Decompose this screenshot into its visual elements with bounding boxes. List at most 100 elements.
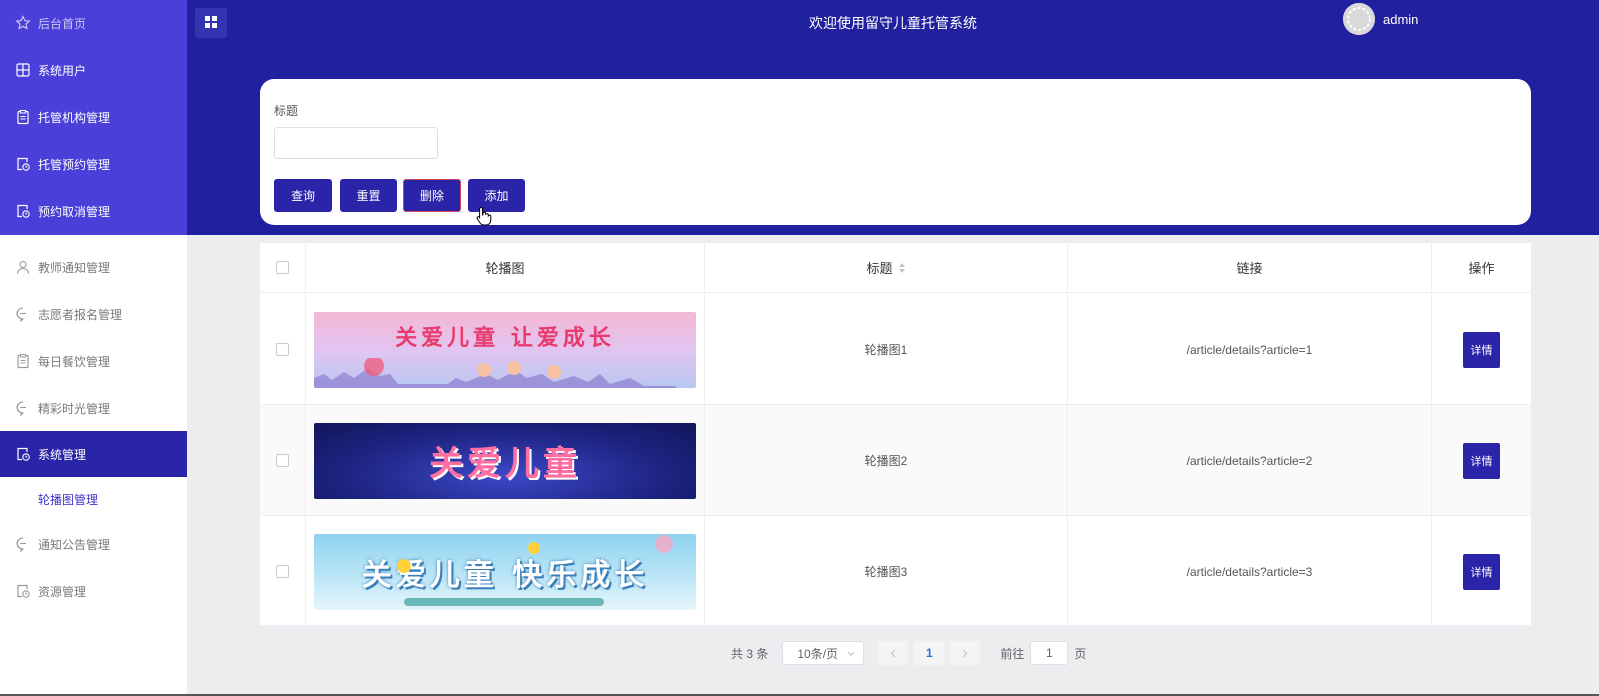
title-search-input[interactable] — [274, 127, 438, 159]
carousel-banner-image: 关爱儿童 快乐成长 — [314, 533, 696, 610]
banner-text: 关爱儿童 让爱成长 — [395, 325, 615, 351]
carousel-banner-image: 关爱儿童 让爱成长 — [314, 311, 696, 388]
username: admin — [1383, 11, 1419, 27]
row-select-cell — [260, 405, 306, 516]
user-icon — [15, 259, 31, 275]
chat-icon — [15, 400, 31, 416]
sidebar-item-label: 托管预约管理 — [38, 157, 111, 172]
sidebar-item-label: 资源管理 — [38, 584, 87, 599]
sidebar-item-label: 每日餐饮管理 — [38, 354, 111, 369]
user-menu[interactable]: admin — [1343, 3, 1418, 35]
sidebar-item-reservation[interactable]: 托管预约管理 — [0, 141, 187, 187]
select-all-checkbox[interactable] — [276, 261, 289, 274]
page-size-select[interactable]: 10条/页 — [782, 641, 865, 665]
sidebar-item-label: 通知公告管理 — [38, 537, 111, 552]
row-action-cell: 详情 — [1432, 405, 1531, 516]
hand-cursor-icon — [476, 206, 492, 229]
query-button[interactable]: 查询 — [274, 179, 332, 212]
row-title: 轮播图2 — [705, 405, 1068, 516]
row-select-cell — [260, 294, 306, 405]
sidebar-item-announcements[interactable]: 通知公告管理 — [0, 521, 187, 567]
goto-label: 前往 — [1000, 646, 1025, 661]
sidebar-item-label: 教师通知管理 — [38, 260, 111, 275]
sidebar-item-cancel[interactable]: 预约取消管理 — [0, 188, 187, 234]
reset-button[interactable]: 重置 — [340, 179, 397, 212]
row-title: 轮播图1 — [705, 294, 1068, 405]
sidebar: 后台首页 系统用户 托管机构管理 托管预约管理 预约取消管理 教师通知管理 志愿… — [0, 0, 187, 696]
sidebar-item-label: 系统管理 — [38, 447, 87, 462]
carousel-banner-image: 关爱儿童 — [314, 422, 696, 499]
sidebar-subitem-label: 轮播图管理 — [38, 492, 99, 507]
row-checkbox[interactable] — [276, 454, 289, 467]
goto-page-input[interactable] — [1030, 641, 1069, 665]
doc-clock-icon — [15, 583, 31, 599]
column-header-title[interactable]: 标题 — [705, 243, 1068, 293]
delete-button[interactable]: 删除 — [403, 179, 461, 212]
column-header-image: 轮播图 — [306, 243, 705, 293]
banner-text: 关爱儿童 — [429, 444, 581, 484]
sidebar-subitem-carousel[interactable]: 轮播图管理 — [0, 477, 187, 521]
column-header-action: 操作 — [1432, 243, 1531, 293]
chat-icon — [15, 306, 31, 322]
sidebar-item-system-management[interactable]: 系统管理 — [0, 431, 187, 477]
page-size-value: 10条/页 — [797, 646, 839, 661]
sidebar-item-volunteer[interactable]: 志愿者报名管理 — [0, 291, 187, 337]
row-link: /article/details?article=1 — [1068, 294, 1432, 405]
sidebar-item-meals[interactable]: 每日餐饮管理 — [0, 338, 187, 384]
row-checkbox[interactable] — [276, 343, 289, 356]
sidebar-item-resources[interactable]: 资源管理 — [0, 568, 187, 614]
carousel-table: 轮播图 标题 链接 操作 关爱儿童 让爱成长 轮播图1 /article/det… — [260, 243, 1531, 627]
sort-icon[interactable] — [898, 262, 906, 274]
row-checkbox[interactable] — [276, 565, 289, 578]
prev-page-button[interactable] — [878, 641, 909, 665]
row-action-cell: 详情 — [1432, 294, 1531, 405]
table-row: 关爱儿童 快乐成长 轮播图3 /article/details?article=… — [260, 516, 1531, 627]
sidebar-item-institution[interactable]: 托管机构管理 — [0, 94, 187, 140]
star-icon — [15, 15, 31, 31]
row-link: /article/details?article=3 — [1068, 516, 1432, 627]
row-action-cell: 详情 — [1432, 516, 1531, 627]
column-header-link: 链接 — [1068, 243, 1432, 293]
row-image-cell: 关爱儿童 让爱成长 — [306, 294, 705, 405]
sidebar-item-label: 托管机构管理 — [38, 110, 111, 125]
doc-clock-icon — [15, 203, 31, 219]
clipboard-icon — [15, 109, 31, 125]
column-header-title-label: 标题 — [866, 261, 893, 276]
doc-clock-icon — [15, 156, 31, 172]
header-select-all[interactable] — [260, 243, 306, 293]
row-link: /article/details?article=2 — [1068, 405, 1432, 516]
sidebar-item-label: 预约取消管理 — [38, 204, 111, 219]
table-row: 关爱儿童 轮播图2 /article/details?article=2 详情 — [260, 405, 1531, 516]
chevron-left-icon — [890, 646, 896, 661]
sidebar-item-moments[interactable]: 精彩时光管理 — [0, 385, 187, 431]
sidebar-item-label: 志愿者报名管理 — [38, 307, 123, 322]
chevron-right-icon — [962, 646, 968, 661]
title-field-label: 标题 — [274, 104, 299, 118]
sidebar-item-home[interactable]: 后台首页 — [0, 0, 187, 46]
sidebar-item-label: 精彩时光管理 — [38, 401, 111, 416]
detail-button[interactable]: 详情 — [1463, 442, 1500, 479]
total-count: 共 3 条 — [731, 646, 769, 661]
sidebar-item-teacher-notice[interactable]: 教师通知管理 — [0, 244, 187, 290]
row-image-cell: 关爱儿童 — [306, 405, 705, 516]
page-suffix: 页 — [1074, 646, 1087, 661]
chevron-down-icon — [847, 646, 855, 660]
grid-icon — [15, 62, 31, 78]
row-image-cell: 关爱儿童 快乐成长 — [306, 516, 705, 627]
table-row: 关爱儿童 让爱成长 轮播图1 /article/details?article=… — [260, 294, 1531, 405]
row-select-cell — [260, 516, 306, 627]
page-number-current[interactable]: 1 — [914, 641, 945, 665]
next-page-button[interactable] — [950, 641, 981, 665]
row-title: 轮播图3 — [705, 516, 1068, 627]
sidebar-item-label: 后台首页 — [38, 16, 87, 31]
doc-clock-icon — [15, 446, 31, 462]
pagination: 共 3 条 10条/页 1 前往 页 — [731, 640, 1086, 666]
avatar[interactable] — [1343, 3, 1375, 35]
detail-button[interactable]: 详情 — [1463, 331, 1500, 368]
sidebar-item-system-users[interactable]: 系统用户 — [0, 47, 187, 93]
detail-button[interactable]: 详情 — [1463, 553, 1500, 590]
search-panel: 标题 查询 重置 删除 添加 — [260, 79, 1531, 225]
chat-icon — [15, 536, 31, 552]
clipboard-icon — [15, 353, 31, 369]
sidebar-item-label: 系统用户 — [38, 63, 87, 78]
